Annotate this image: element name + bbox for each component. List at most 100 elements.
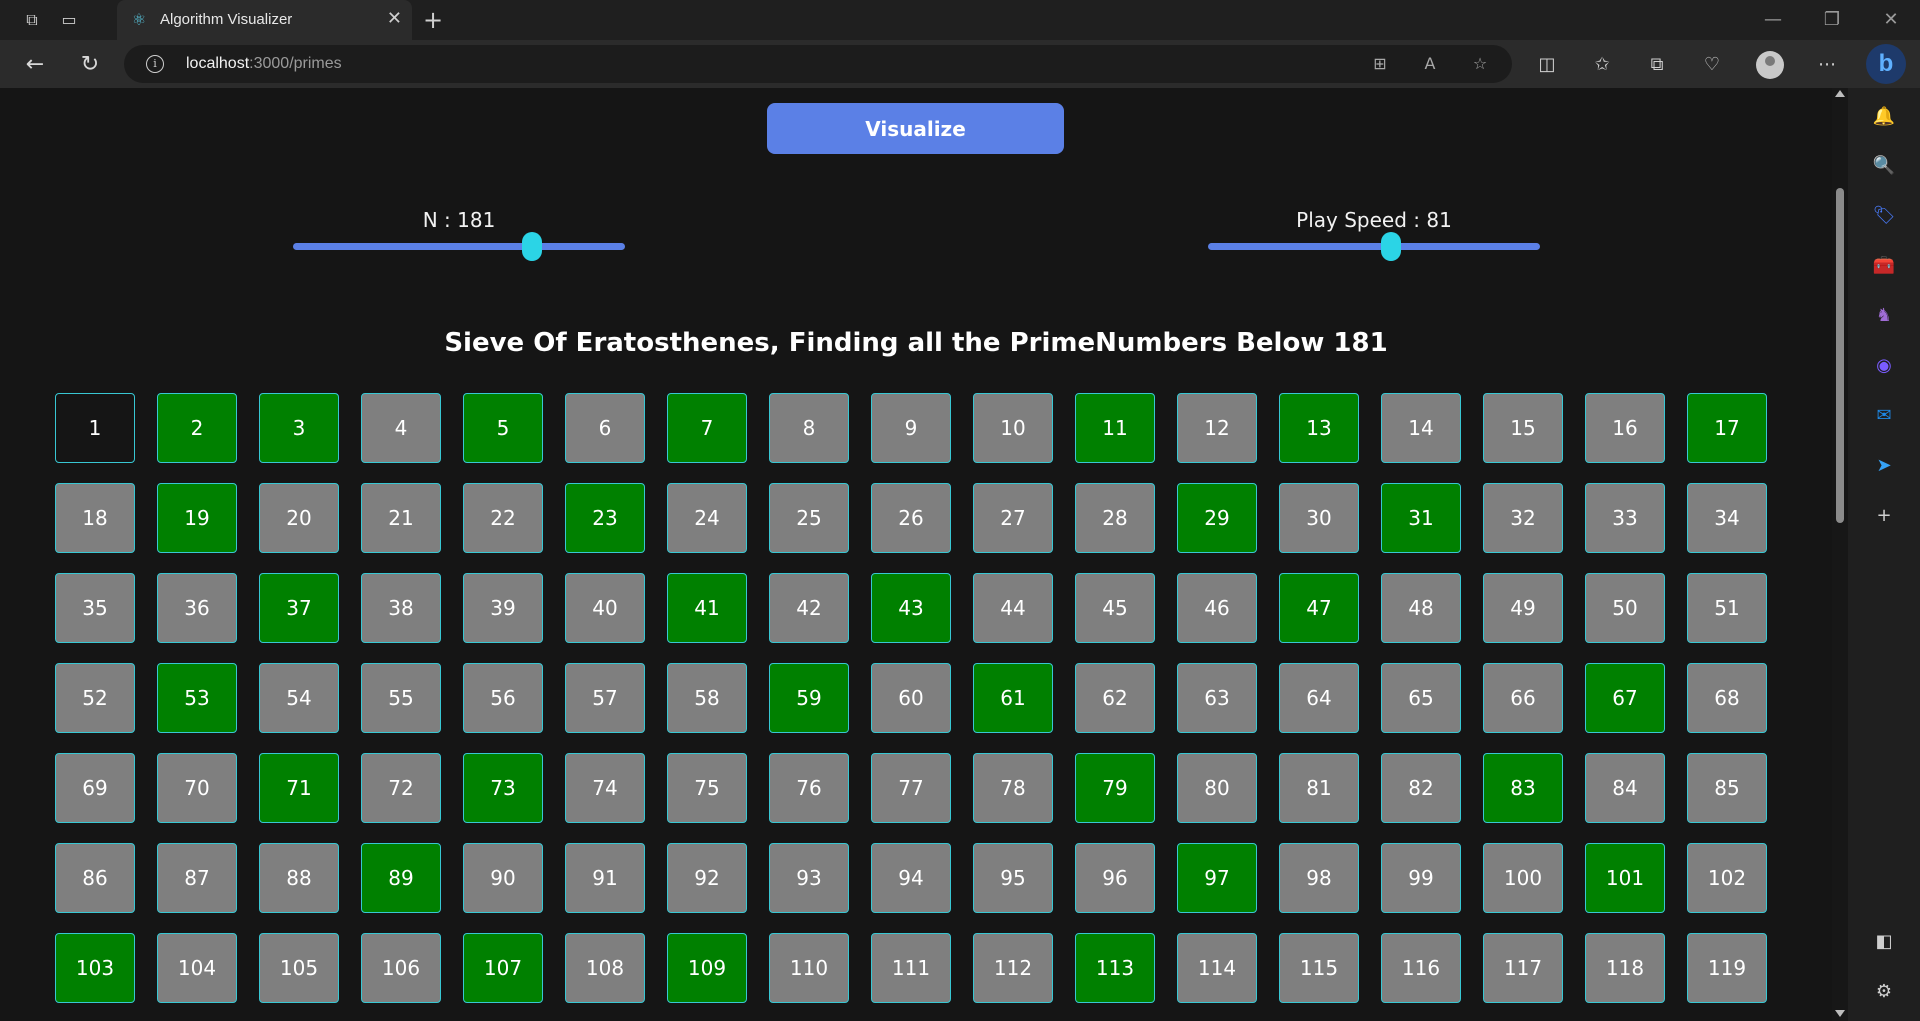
composite-cell: 117 xyxy=(1483,933,1563,1003)
new-tab-icon[interactable]: + xyxy=(423,6,443,34)
composite-cell: 32 xyxy=(1483,483,1563,553)
restore-icon[interactable]: ❐ xyxy=(1812,6,1852,34)
composite-cell: 118 xyxy=(1585,933,1665,1003)
page-content: Visualize N : 181 Play Speed : 81 Sieve … xyxy=(0,88,1832,1021)
close-window-icon[interactable]: ✕ xyxy=(1871,6,1911,34)
composite-cell: 14 xyxy=(1381,393,1461,463)
composite-cell: 104 xyxy=(157,933,237,1003)
add-icon[interactable]: + xyxy=(1872,504,1896,528)
composite-cell: 40 xyxy=(565,573,645,643)
tab-actions-icon[interactable]: ▭ xyxy=(58,9,80,31)
prime-cell: 73 xyxy=(463,753,543,823)
composite-cell: 69 xyxy=(55,753,135,823)
composite-cell: 100 xyxy=(1483,843,1563,913)
composite-cell: 44 xyxy=(973,573,1053,643)
refresh-icon[interactable]: ↻ xyxy=(77,52,103,78)
composite-cell: 72 xyxy=(361,753,441,823)
composite-cell: 65 xyxy=(1381,663,1461,733)
favorites-icon[interactable]: ✩ xyxy=(1589,52,1615,78)
composite-cell: 70 xyxy=(157,753,237,823)
composite-cell: 99 xyxy=(1381,843,1461,913)
read-aloud-icon[interactable]: A xyxy=(1419,53,1441,75)
composite-cell: 77 xyxy=(871,753,951,823)
composite-cell: 30 xyxy=(1279,483,1359,553)
prime-cell: 47 xyxy=(1279,573,1359,643)
tag-icon[interactable]: 🏷 xyxy=(1872,204,1896,228)
n-slider-thumb[interactable] xyxy=(522,232,543,261)
composite-cell: 114 xyxy=(1177,933,1257,1003)
site-info-icon[interactable]: i xyxy=(146,55,164,73)
composite-cell: 94 xyxy=(871,843,951,913)
page-scrollbar[interactable] xyxy=(1832,88,1848,1021)
split-screen-icon[interactable]: ◫ xyxy=(1534,52,1560,78)
composite-cell: 115 xyxy=(1279,933,1359,1003)
composite-cell: 91 xyxy=(565,843,645,913)
composite-cell: 90 xyxy=(463,843,543,913)
scroll-up-icon[interactable] xyxy=(1835,90,1845,97)
bell-icon[interactable]: 🔔 xyxy=(1872,105,1896,129)
prime-cell: 23 xyxy=(565,483,645,553)
copilot-icon[interactable]: ◉ xyxy=(1872,354,1896,378)
composite-cell: 49 xyxy=(1483,573,1563,643)
n-slider-track[interactable] xyxy=(293,232,625,261)
composite-cell: 111 xyxy=(871,933,951,1003)
speed-slider-group: Play Speed : 81 xyxy=(1208,207,1540,261)
composite-cell: 66 xyxy=(1483,663,1563,733)
scrollbar-thumb[interactable] xyxy=(1836,188,1844,523)
composite-cell: 6 xyxy=(565,393,645,463)
composite-cell: 52 xyxy=(55,663,135,733)
scroll-down-icon[interactable] xyxy=(1835,1010,1845,1017)
composite-cell: 76 xyxy=(769,753,849,823)
composite-cell: 116 xyxy=(1381,933,1461,1003)
composite-cell: 18 xyxy=(55,483,135,553)
react-favicon-icon: ⚛ xyxy=(131,10,147,29)
n-slider-label: N : 181 xyxy=(422,208,496,232)
collections-icon[interactable]: ⧉ xyxy=(1644,52,1670,78)
composite-cell: 50 xyxy=(1585,573,1665,643)
prime-cell: 113 xyxy=(1075,933,1155,1003)
chess-icon[interactable]: ♞ xyxy=(1872,304,1896,328)
toolbox-icon[interactable]: 🧰 xyxy=(1872,254,1896,278)
composite-cell: 64 xyxy=(1279,663,1359,733)
prime-cell: 71 xyxy=(259,753,339,823)
workspaces-icon[interactable]: ⧉ xyxy=(21,9,43,31)
prime-cell: 13 xyxy=(1279,393,1359,463)
composite-cell: 33 xyxy=(1585,483,1665,553)
speed-slider-track[interactable] xyxy=(1208,232,1540,261)
composite-cell: 106 xyxy=(361,933,441,1003)
prime-cell: 107 xyxy=(463,933,543,1003)
composite-cell: 48 xyxy=(1381,573,1461,643)
composite-cell: 62 xyxy=(1075,663,1155,733)
prime-cell: 109 xyxy=(667,933,747,1003)
unmarked-cell: 1 xyxy=(55,393,135,463)
composite-cell: 80 xyxy=(1177,753,1257,823)
composite-cell: 27 xyxy=(973,483,1053,553)
outlook-icon[interactable]: ✉ xyxy=(1872,404,1896,428)
profile-avatar[interactable] xyxy=(1756,51,1784,79)
address-bar[interactable]: i localhost:3000/primes ⊞ A ☆ xyxy=(124,45,1512,83)
copilot-bing-icon[interactable]: b xyxy=(1866,44,1906,84)
browser-essentials-icon[interactable]: ♡ xyxy=(1699,52,1725,78)
favorite-star-icon[interactable]: ☆ xyxy=(1469,53,1491,75)
panel-icon[interactable]: ◧ xyxy=(1872,930,1896,954)
composite-cell: 63 xyxy=(1177,663,1257,733)
composite-cell: 119 xyxy=(1687,933,1767,1003)
search-icon[interactable]: 🔍 xyxy=(1872,154,1896,178)
minimize-icon[interactable]: — xyxy=(1753,6,1793,34)
back-icon[interactable]: ← xyxy=(22,52,48,78)
visualize-button[interactable]: Visualize xyxy=(767,103,1064,154)
browser-tab-active[interactable]: ⚛ Algorithm Visualizer ✕ xyxy=(117,0,412,40)
speed-slider-label: Play Speed : 81 xyxy=(1296,208,1452,232)
prime-cell: 53 xyxy=(157,663,237,733)
composite-cell: 35 xyxy=(55,573,135,643)
app-available-icon[interactable]: ⊞ xyxy=(1369,53,1391,75)
composite-cell: 55 xyxy=(361,663,441,733)
more-options-icon[interactable]: ⋯ xyxy=(1814,52,1840,78)
close-tab-icon[interactable]: ✕ xyxy=(387,9,402,29)
prime-cell: 5 xyxy=(463,393,543,463)
send-icon[interactable]: ➤ xyxy=(1872,454,1896,478)
composite-cell: 98 xyxy=(1279,843,1359,913)
speed-slider-thumb[interactable] xyxy=(1380,232,1401,261)
url-text[interactable]: localhost:3000/primes xyxy=(186,55,342,73)
settings-icon[interactable]: ⚙ xyxy=(1872,980,1896,1004)
